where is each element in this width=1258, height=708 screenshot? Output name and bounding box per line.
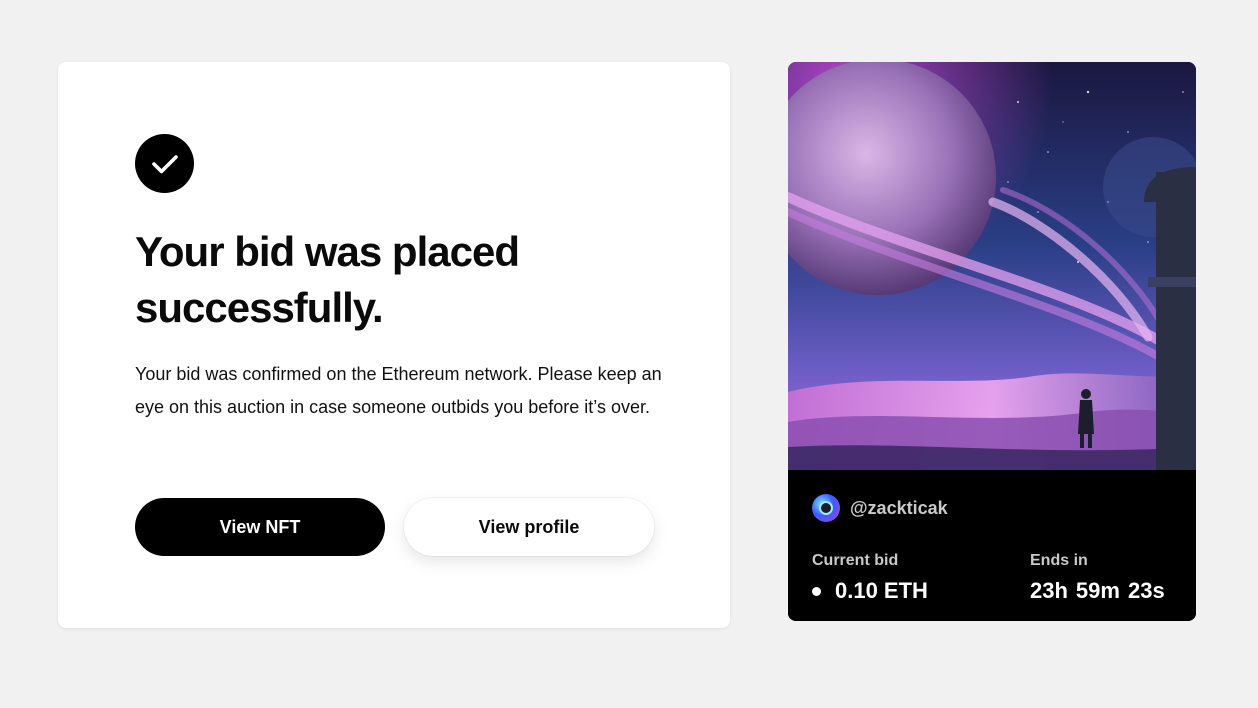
timer-minutes: 59m: [1075, 578, 1120, 603]
success-headline: Your bid was placed successfully.: [135, 228, 520, 331]
nft-card[interactable]: @zackticak Current bid 0.10 ETH Ends in …: [788, 62, 1196, 621]
current-bid-value: 0.10 ETH: [812, 578, 928, 604]
current-bid-amount: 0.10 ETH: [835, 578, 928, 603]
nft-info-panel: @zackticak Current bid 0.10 ETH Ends in …: [788, 470, 1196, 621]
check-icon: [135, 134, 194, 193]
view-profile-button[interactable]: View profile: [404, 498, 654, 556]
bid-success-card: Your bid was placed successfully. Your b…: [58, 62, 730, 628]
ends-in-label: Ends in: [1030, 552, 1088, 569]
creator-username: @zackticak: [850, 497, 948, 518]
timer-hours: 23h: [1030, 578, 1068, 603]
creator-avatar: [812, 494, 840, 522]
bullet-icon: [812, 586, 821, 596]
auction-timer: 23h 59m 23s: [1030, 578, 1165, 604]
creator[interactable]: @zackticak: [812, 494, 948, 522]
view-nft-button[interactable]: View NFT: [135, 498, 385, 556]
timer-seconds: 23s: [1127, 578, 1165, 603]
current-bid-label: Current bid: [812, 552, 899, 569]
nft-artwork-image[interactable]: [788, 62, 1196, 470]
success-description: Your bid was confirmed on the Ethereum n…: [135, 364, 662, 417]
